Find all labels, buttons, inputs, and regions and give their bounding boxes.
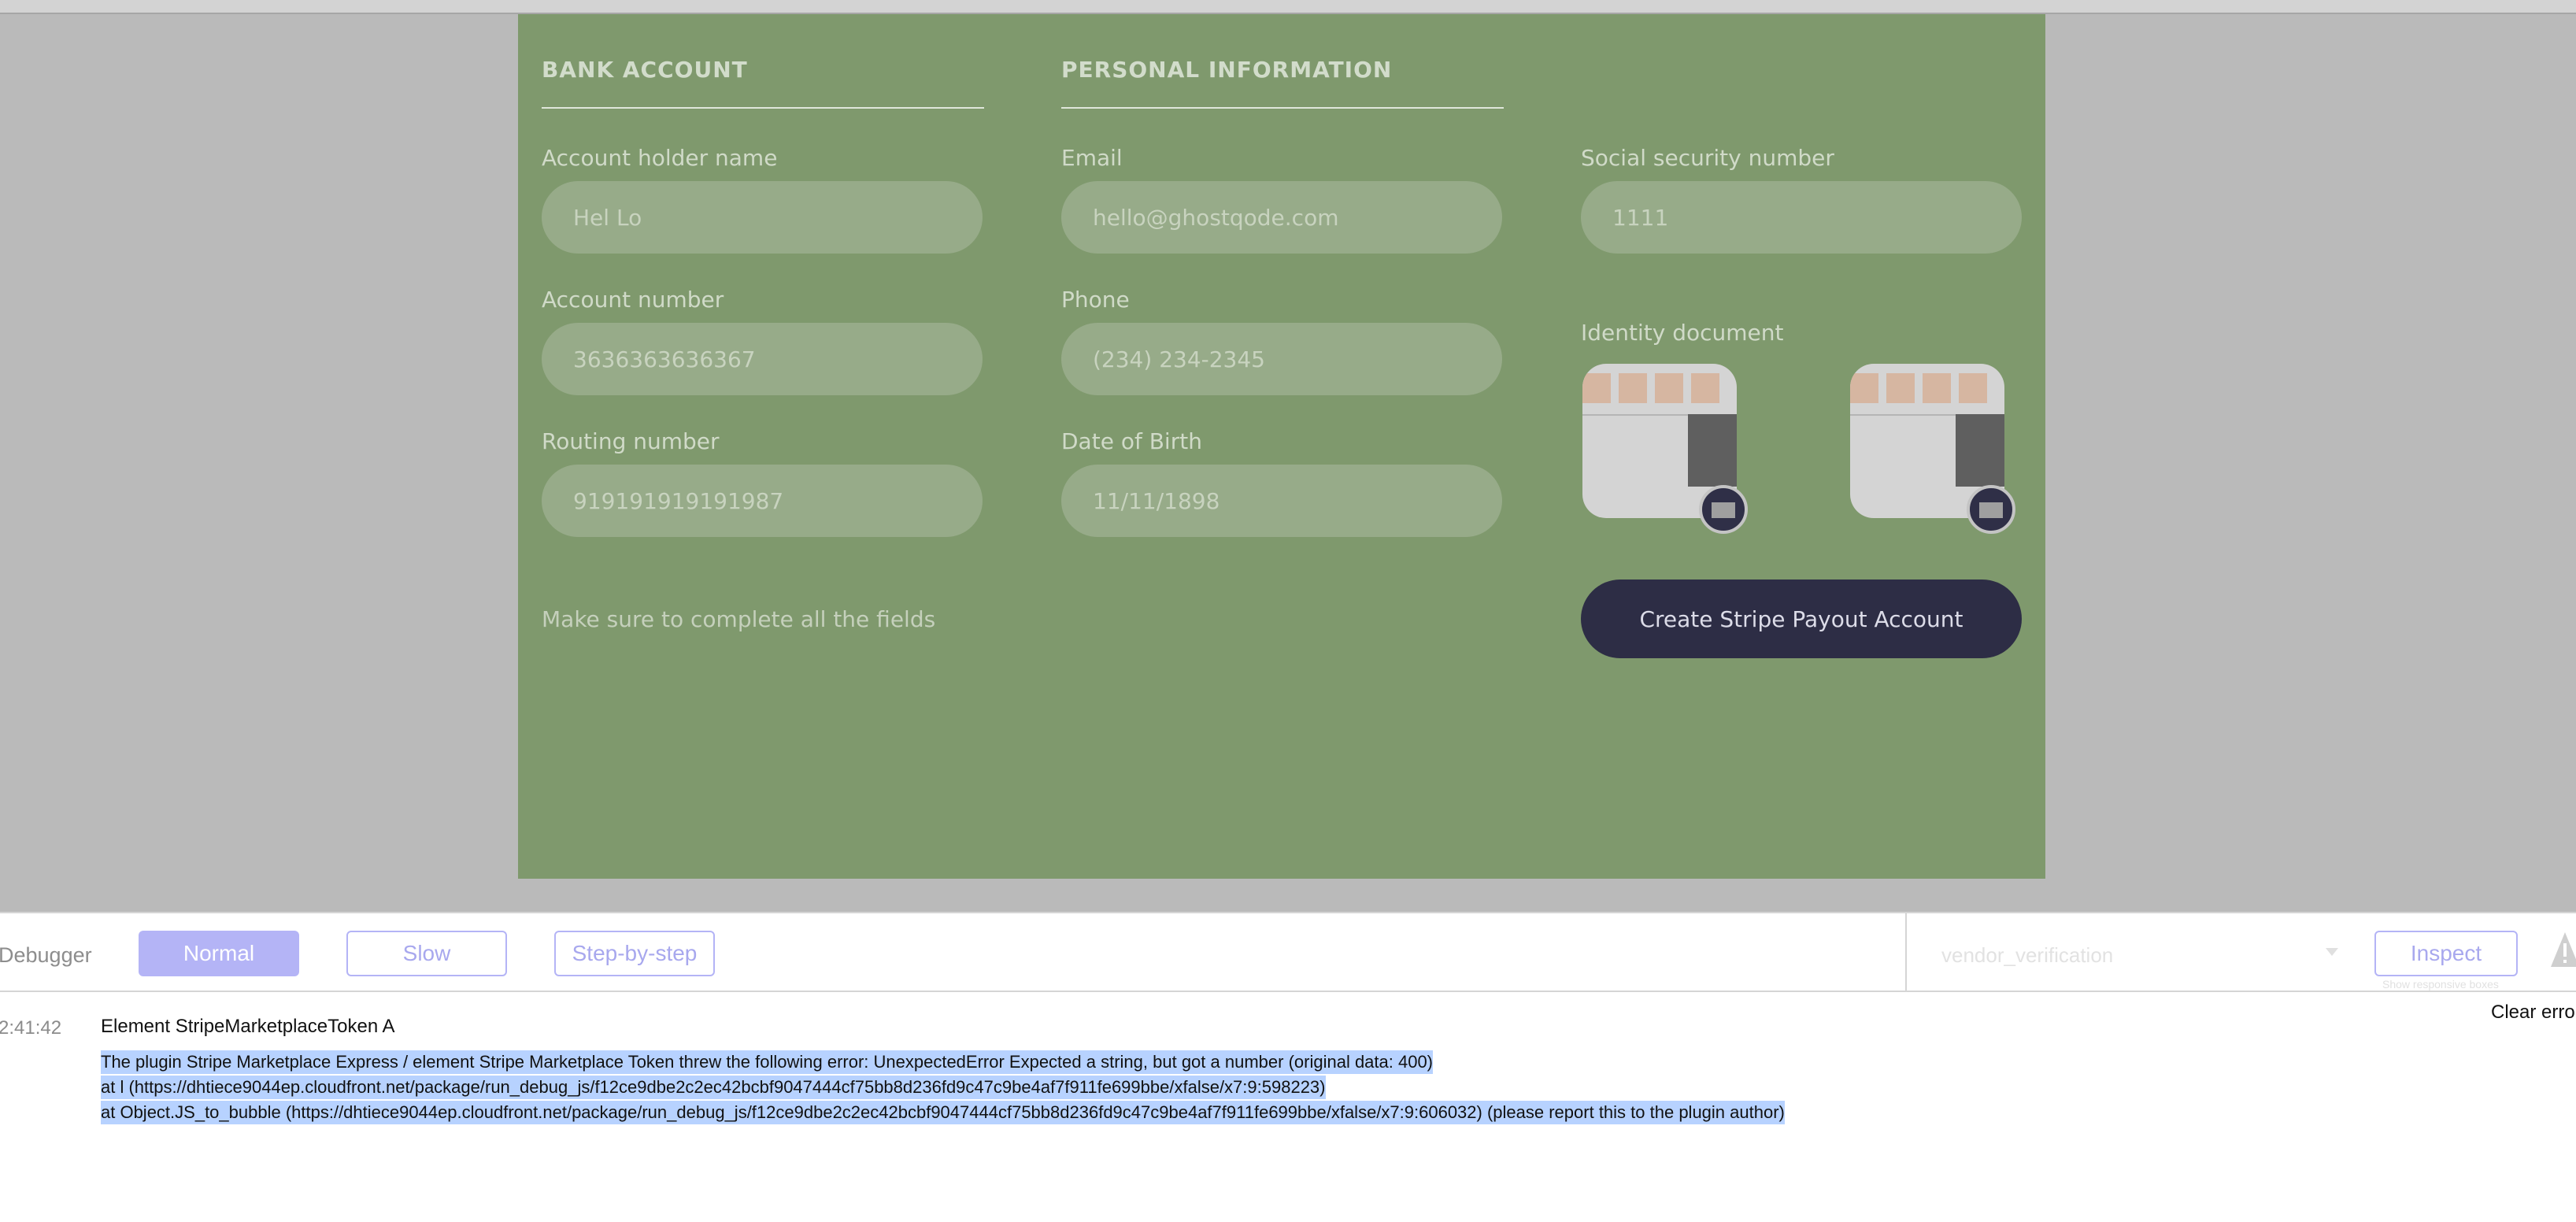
ssn-label: Social security number (1581, 145, 1834, 171)
log-element-title: Element StripeMarketplaceToken A (101, 1016, 395, 1037)
account-holder-label: Account holder name (542, 145, 778, 171)
browser-top-strip (0, 0, 2576, 14)
account-holder-field[interactable]: Hel Lo (542, 181, 983, 254)
log-timestamp: 2:41:42 (0, 1017, 62, 1039)
stripe-payout-form: BANK ACCOUNT PERSONAL INFORMATION Accoun… (518, 14, 2045, 879)
document-preview-icon[interactable] (1967, 485, 2015, 534)
debugger-title: Debugger (0, 943, 92, 967)
warning-icon[interactable] (2549, 929, 2576, 970)
personal-information-title: PERSONAL INFORMATION (1061, 57, 1393, 83)
document-preview-icon[interactable] (1699, 485, 1748, 534)
routing-number-label: Routing number (542, 428, 720, 454)
ssn-field[interactable]: 1111 (1581, 181, 2022, 254)
normal-speed-button[interactable]: Normal (139, 931, 299, 976)
create-payout-account-button[interactable]: Create Stripe Payout Account (1581, 580, 2022, 658)
responsive-boxes-toggle[interactable]: Show responsive boxes (2382, 978, 2499, 991)
phone-field[interactable]: (234) 234-2345 (1061, 323, 1502, 395)
bank-account-divider (542, 107, 984, 109)
email-label: Email (1061, 145, 1123, 171)
date-of-birth-label: Date of Birth (1061, 428, 1202, 454)
date-of-birth-field[interactable]: 11/11/1898 (1061, 465, 1502, 537)
email-field[interactable]: hello@ghostqode.com (1061, 181, 1502, 254)
slow-speed-button[interactable]: Slow (346, 931, 507, 976)
debugger-toolbar: Debugger Normal Slow Step-by-step vendor… (0, 912, 2576, 992)
personal-information-divider (1061, 107, 1504, 109)
bank-account-title: BANK ACCOUNT (542, 57, 748, 83)
error-stack-line: at l (https://dhtiece9044ep.cloudfront.n… (101, 1076, 1326, 1099)
form-completion-hint: Make sure to complete all the fields (542, 606, 936, 632)
toolbar-divider (1905, 913, 1907, 991)
phone-label: Phone (1061, 287, 1130, 313)
step-by-step-button[interactable]: Step-by-step (554, 931, 715, 976)
inspect-button[interactable]: Inspect (2374, 931, 2518, 976)
dropdown-arrow-icon[interactable] (2326, 948, 2338, 956)
clear-errors-button[interactable]: Clear errors (2491, 1002, 2576, 1024)
error-stack-line: at Object.JS_to_bubble (https://dhtiece9… (101, 1101, 1785, 1124)
element-selector[interactable]: vendor_verification (1941, 943, 2113, 968)
account-number-field[interactable]: 3636363636367 (542, 323, 983, 395)
account-number-label: Account number (542, 287, 724, 313)
error-message-line: The plugin Stripe Marketplace Express / … (101, 1050, 1434, 1074)
identity-document-label: Identity document (1581, 320, 1784, 346)
routing-number-field[interactable]: 919191919191987 (542, 465, 983, 537)
